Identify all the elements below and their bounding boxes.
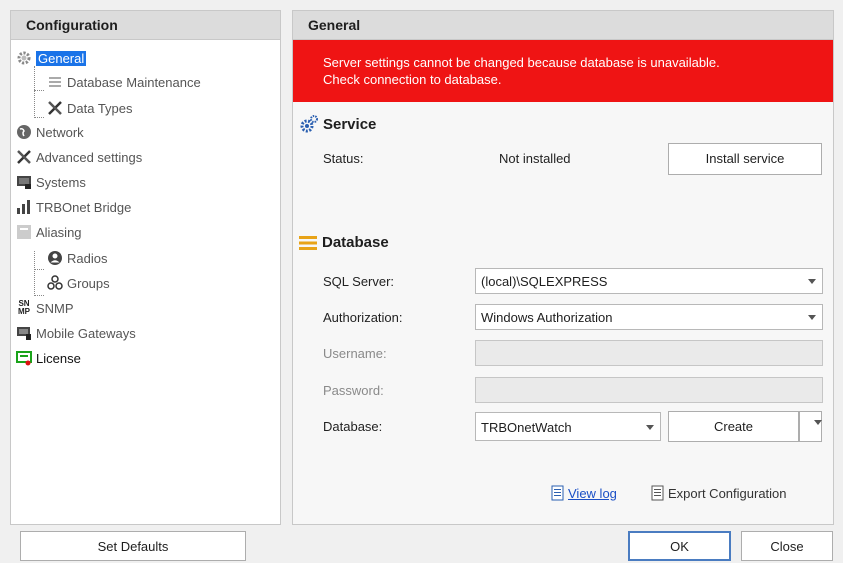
database-title: Database (322, 234, 389, 251)
database-combo[interactable]: TRBOnetWatch (475, 412, 661, 441)
tree-item-label: SNMP (36, 300, 74, 316)
tree-item-data-types[interactable]: Data Types (46, 97, 133, 119)
tree-item-database-maintenance[interactable]: Database Maintenance (46, 71, 201, 93)
alert-line-1: Server settings cannot be changed becaus… (323, 55, 720, 70)
database-icon (299, 235, 317, 251)
chevron-down-icon (808, 315, 816, 320)
tree-connector (34, 90, 44, 91)
tree-item-label: General (36, 50, 87, 66)
configuration-panel: Configuration General Database Maintenan… (10, 10, 281, 525)
sql-server-combo[interactable]: (local)\SQLEXPRESS (475, 268, 823, 294)
tree-item-label: Advanced settings (36, 149, 143, 165)
export-icon (650, 485, 666, 501)
configuration-title: Configuration (26, 17, 118, 33)
set-defaults-button[interactable]: Set Defaults (20, 531, 246, 561)
chevron-down-icon (813, 420, 822, 440)
alert-line-2: Check connection to database. (323, 72, 502, 87)
sql-server-label: SQL Server: (323, 274, 395, 289)
set-defaults-label: Set Defaults (97, 539, 169, 554)
configuration-header: Configuration (11, 11, 280, 40)
view-log-label: View log (568, 485, 617, 501)
tree-item-label: Aliasing (36, 224, 82, 240)
install-service-button[interactable]: Install service (668, 143, 822, 175)
systems-icon (15, 173, 33, 191)
list-icon (46, 73, 64, 91)
database-section-title: Database (299, 234, 389, 251)
tree-item-label: Radios (67, 250, 108, 266)
tree-item-label: Mobile Gateways (36, 325, 136, 341)
view-log-link[interactable]: View log (550, 485, 617, 501)
password-label: Password: (323, 383, 384, 398)
tools-icon (46, 99, 64, 117)
tree-connector (34, 117, 44, 118)
tree-connector (34, 295, 44, 296)
snmp-icon-text-bottom: MP (18, 307, 30, 316)
bars-icon (15, 198, 33, 216)
service-gear-icon (299, 114, 319, 134)
service-title: Service (323, 115, 377, 133)
tree-item-label: License (36, 350, 81, 366)
tree-item-advanced-settings[interactable]: Advanced settings (15, 146, 142, 168)
gateway-icon (15, 324, 33, 342)
tree-connector (34, 66, 35, 118)
export-configuration-link[interactable]: Export Configuration (650, 485, 787, 501)
install-service-label: Install service (705, 151, 785, 166)
ok-button[interactable]: OK (628, 531, 731, 561)
tree-item-label: Groups (67, 275, 110, 291)
tree-connector (34, 269, 44, 270)
create-button[interactable]: Create (668, 411, 799, 442)
tree-item-snmp[interactable]: SN MP SNMP (15, 297, 74, 319)
tree-item-label: Network (36, 124, 84, 140)
status-value: Not installed (499, 151, 571, 166)
tree-item-groups[interactable]: Groups (46, 272, 110, 294)
aliasing-icon (15, 223, 33, 241)
tree-item-network[interactable]: Network (15, 121, 84, 143)
authorization-combo[interactable]: Windows Authorization (475, 304, 823, 330)
globe-icon (15, 123, 33, 141)
username-field[interactable] (475, 340, 823, 366)
authorization-value: Windows Authorization (481, 310, 613, 325)
password-field[interactable] (475, 377, 823, 403)
tree-item-systems[interactable]: Systems (15, 171, 86, 193)
tree-item-aliasing[interactable]: Aliasing (15, 221, 82, 243)
general-title: General (308, 17, 361, 33)
tree-connector (34, 251, 35, 296)
ok-label: OK (670, 539, 689, 554)
username-label: Username: (323, 346, 387, 361)
database-unavailable-alert: Server settings cannot be changed becaus… (293, 40, 833, 102)
tools-icon (15, 148, 33, 166)
log-icon (550, 485, 566, 501)
tree-item-radios[interactable]: Radios (46, 247, 107, 269)
tree-item-general[interactable]: General (15, 47, 87, 69)
service-section-title: Service (299, 114, 376, 134)
create-label: Create (713, 419, 754, 434)
tree-item-label: TRBOnet Bridge (36, 199, 132, 215)
close-label: Close (770, 539, 804, 554)
tree-item-license[interactable]: License (15, 347, 81, 369)
tree-item-label: Database Maintenance (67, 74, 201, 90)
snmp-icon: SN MP (15, 299, 33, 317)
tree-item-label: Systems (36, 174, 86, 190)
database-label: Database: (323, 419, 383, 434)
chevron-down-icon (646, 425, 654, 430)
status-label: Status: (323, 151, 364, 166)
general-header: General (293, 11, 833, 40)
sql-server-value: (local)\SQLEXPRESS (481, 274, 608, 289)
license-icon (15, 349, 33, 367)
gear-icon (15, 49, 33, 67)
general-panel: General Server settings cannot be change… (292, 10, 834, 525)
tree-item-label: Data Types (67, 100, 133, 116)
export-configuration-label: Export Configuration (668, 485, 787, 501)
group-icon (46, 274, 64, 292)
create-dropdown-button[interactable] (799, 411, 822, 442)
database-value: TRBOnetWatch (481, 420, 572, 435)
tree-item-mobile-gateways[interactable]: Mobile Gateways (15, 322, 136, 344)
person-icon (46, 249, 64, 267)
close-button[interactable]: Close (741, 531, 833, 561)
chevron-down-icon (808, 279, 816, 284)
tree-item-trbonet-bridge[interactable]: TRBOnet Bridge (15, 196, 131, 218)
authorization-label: Authorization: (323, 310, 403, 325)
